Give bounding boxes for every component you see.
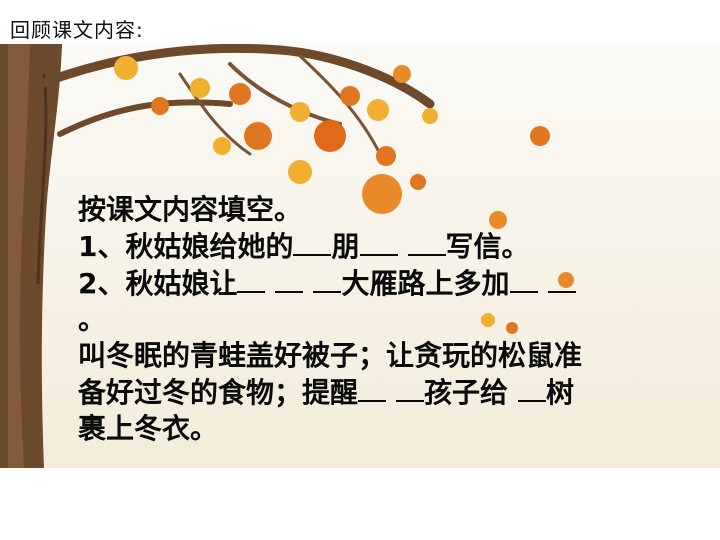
blank[interactable]	[509, 265, 538, 293]
blank[interactable]	[358, 374, 387, 402]
blank[interactable]	[293, 228, 332, 256]
slide-title: 回顾课文内容:	[10, 18, 144, 42]
question-2-line-4: 备好过冬的食物；提醒 孩子给树	[78, 374, 575, 409]
question-1: 1、秋姑娘给她的朋写信。	[78, 228, 530, 263]
blank[interactable]	[518, 374, 547, 402]
question-2-line-3: 叫冬眠的青蛙盖好被子；让贪玩的松鼠准	[78, 339, 583, 372]
blank[interactable]	[547, 265, 576, 293]
blank[interactable]	[359, 228, 398, 256]
slide-background: 按课文内容填空。 1、秋姑娘给她的朋写信。 2、秋姑娘让 大雁路上多加 。 叫冬眠…	[0, 44, 720, 468]
slide-header: 回顾课文内容:	[0, 0, 720, 44]
fill-in-blank-text: 按课文内容填空。 1、秋姑娘给她的朋写信。 2、秋姑娘让 大雁路上多加 。 叫冬眠…	[78, 192, 678, 447]
blank[interactable]	[396, 374, 425, 402]
blank[interactable]	[313, 265, 342, 293]
blank[interactable]	[407, 228, 446, 256]
question-2-line-5: 裹上冬衣。	[78, 412, 219, 445]
blank[interactable]	[237, 265, 266, 293]
exercise-heading: 按课文内容填空。	[78, 193, 303, 226]
question-2: 2、秋姑娘让 大雁路上多加	[78, 265, 678, 302]
blank[interactable]	[275, 265, 304, 293]
question-2-period: 。	[78, 303, 107, 336]
